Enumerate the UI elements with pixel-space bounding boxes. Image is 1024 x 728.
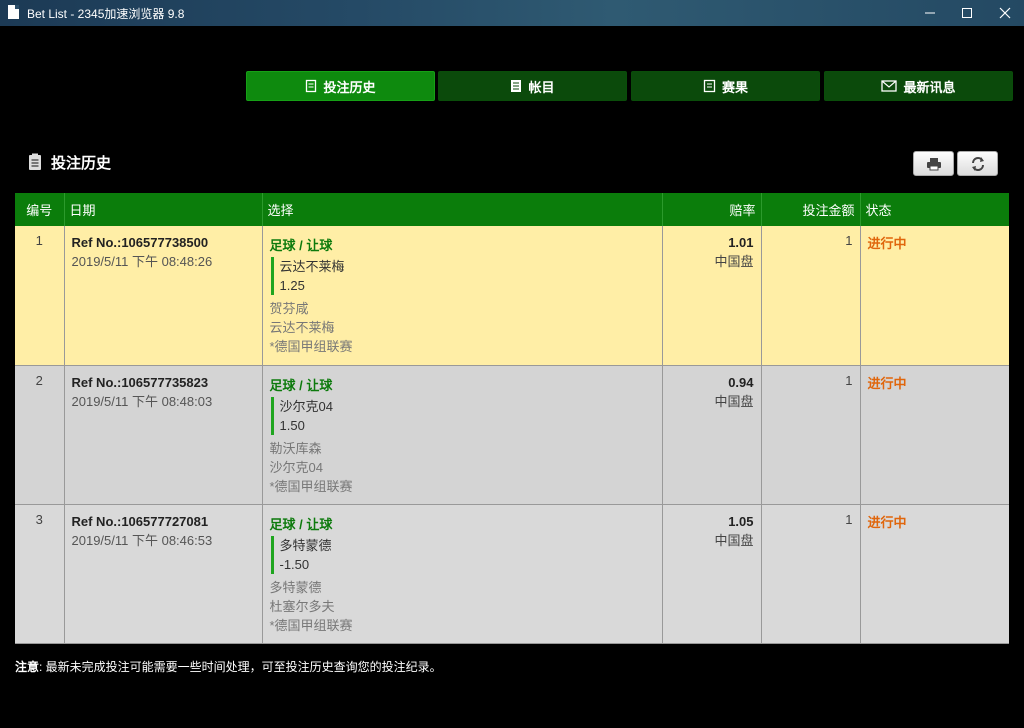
sport-market: 足球 / 让球	[269, 238, 333, 253]
bet-number: 3	[15, 504, 65, 644]
table-row[interactable]: 1 Ref No.:106577738500 2019/5/11 下午 08:4…	[15, 226, 1009, 366]
status-badge: 进行中	[860, 504, 1009, 644]
odds-value: 0.94	[728, 374, 754, 390]
table-header: 编号 日期 选择 赔率 投注金额 状态	[15, 193, 1009, 226]
pick-block: 云达不莱梅 1.25	[270, 257, 655, 295]
bet-number: 2	[15, 365, 65, 505]
away-team: 杜塞尔多夫	[269, 598, 335, 614]
column-header-no: 编号	[15, 193, 65, 226]
bet-list-table: 编号 日期 选择 赔率 投注金额 状态 1 Ref No.:1065777385…	[15, 193, 1009, 644]
column-header-odds: 赔率	[662, 193, 762, 226]
section-title-text: 投注历史	[51, 155, 112, 172]
pick-handicap: 1.25	[279, 278, 305, 293]
note-text: : 最新未完成投注可能需要一些时间处理，可至投注历史查询您的投注纪录。	[39, 660, 442, 674]
column-header-status: 状态	[860, 193, 1009, 226]
bet-date-cell: Ref No.:106577738500 2019/5/11 下午 08:48:…	[64, 226, 263, 366]
odds-type: 中国盘	[714, 532, 754, 548]
league-name: *德国甲组联赛	[269, 339, 353, 354]
bet-datetime: 2019/5/11 下午 08:48:26	[71, 254, 213, 269]
tab-label: 最新讯息	[903, 79, 956, 95]
selection-cell: 足球 / 让球 沙尔克04 1.50 勒沃库森 沙尔克04 *德国甲组联赛	[262, 365, 663, 505]
close-icon	[999, 7, 1011, 19]
selection-cell: 足球 / 让球 多特蒙德 -1.50 多特蒙德 杜塞尔多夫 *德国甲组联赛	[262, 504, 663, 644]
window-title: Bet List - 2345加速浏览器 9.8	[27, 7, 185, 21]
table-row[interactable]: 3 Ref No.:106577727081 2019/5/11 下午 08:4…	[15, 504, 1009, 644]
odds-type: 中国盘	[714, 393, 754, 409]
odds-cell: 0.94 中国盘	[662, 365, 762, 505]
maximize-icon	[962, 8, 972, 18]
pick-handicap: -1.50	[279, 556, 310, 572]
home-team: 勒沃库森	[269, 440, 322, 456]
league-name: *德国甲组联赛	[269, 617, 353, 633]
minimize-button[interactable]	[911, 0, 949, 26]
tab-results[interactable]: 赛果	[631, 71, 820, 101]
footer-note: 注意: 最新未完成投注可能需要一些时间处理，可至投注历史查询您的投注纪录。	[15, 658, 442, 675]
pick-handicap: 1.50	[279, 417, 305, 433]
pick-block: 多特蒙德 -1.50	[270, 535, 655, 574]
table-row[interactable]: 2 Ref No.:106577735823 2019/5/11 下午 08:4…	[15, 365, 1009, 505]
bet-datetime: 2019/5/11 下午 08:46:53	[71, 532, 213, 548]
results-icon	[703, 79, 716, 93]
column-header-selection: 选择	[262, 193, 663, 226]
note-label: 注意	[15, 660, 40, 674]
pick-team: 云达不莱梅	[279, 259, 345, 274]
bet-date-cell: Ref No.:106577727081 2019/5/11 下午 08:46:…	[64, 504, 263, 644]
bet-date-cell: Ref No.:106577735823 2019/5/11 下午 08:48:…	[64, 365, 263, 505]
stake-amount: 1	[761, 365, 861, 505]
maximize-button[interactable]	[948, 0, 986, 26]
pick-block: 沙尔克04 1.50	[270, 396, 655, 435]
odds-cell: 1.05 中国盘	[662, 504, 762, 644]
receipt-icon	[306, 79, 317, 93]
envelope-icon	[881, 80, 898, 92]
printer-icon	[926, 157, 941, 170]
print-button[interactable]	[913, 151, 954, 176]
bet-number: 1	[15, 226, 65, 366]
document-icon	[8, 5, 19, 19]
ref-number: Ref No.:106577735823	[71, 374, 209, 390]
stake-amount: 1	[761, 226, 861, 366]
odds-cell: 1.01 中国盘	[662, 226, 762, 366]
pick-team: 多特蒙德	[279, 537, 332, 553]
ref-number: Ref No.:106577727081	[71, 513, 209, 529]
section-title: 投注历史	[27, 152, 111, 173]
tab-label: 帐目	[528, 79, 555, 95]
status-badge: 进行中	[860, 226, 1009, 366]
tab-latest-news[interactable]: 最新讯息	[824, 71, 1013, 101]
odds-value: 1.01	[728, 235, 754, 250]
league-name: *德国甲组联赛	[269, 478, 353, 494]
bet-datetime: 2019/5/11 下午 08:48:03	[71, 393, 213, 409]
ref-number: Ref No.:106577738500	[71, 235, 209, 250]
ledger-icon	[511, 80, 522, 92]
away-team: 云达不莱梅	[269, 320, 335, 335]
tab-bet-history[interactable]: 投注历史	[246, 71, 435, 101]
home-team: 贺芬咸	[269, 301, 309, 316]
column-header-stake: 投注金额	[761, 193, 861, 226]
odds-value: 1.05	[728, 513, 754, 529]
tab-label: 投注历史	[323, 79, 376, 95]
receipt-icon	[29, 153, 41, 170]
pick-team: 沙尔克04	[279, 398, 333, 414]
stake-amount: 1	[761, 504, 861, 644]
tab-label: 赛果	[721, 79, 748, 95]
refresh-icon	[971, 156, 984, 171]
sport-market: 足球 / 让球	[269, 377, 333, 393]
home-team: 多特蒙德	[269, 579, 322, 595]
sport-market: 足球 / 让球	[269, 516, 333, 532]
close-button[interactable]	[986, 0, 1024, 26]
selection-cell: 足球 / 让球 云达不莱梅 1.25 贺芬咸 云达不莱梅 *德国甲组联赛	[262, 226, 663, 366]
away-team: 沙尔克04	[269, 459, 323, 475]
odds-type: 中国盘	[714, 254, 754, 269]
status-badge: 进行中	[860, 365, 1009, 505]
column-header-date: 日期	[64, 193, 263, 226]
tab-statement[interactable]: 帐目	[438, 71, 627, 101]
refresh-button[interactable]	[957, 151, 998, 176]
minimize-icon	[925, 12, 935, 14]
title-bar[interactable]: Bet List - 2345加速浏览器 9.8	[0, 0, 1024, 26]
